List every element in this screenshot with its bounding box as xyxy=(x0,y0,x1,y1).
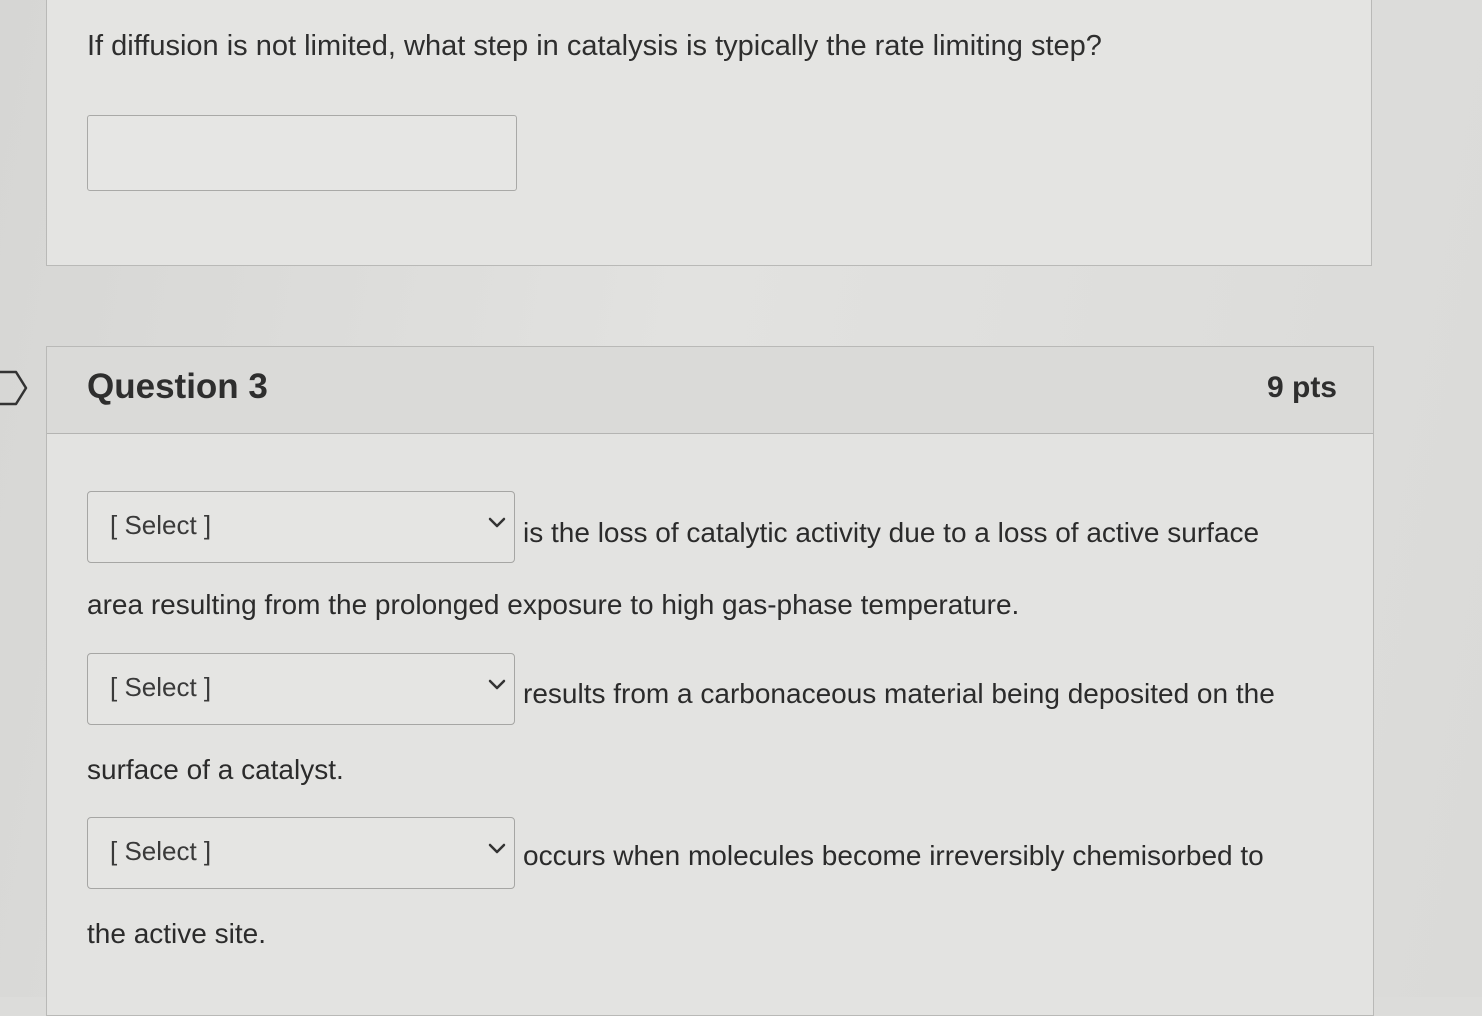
question-points: 9 pts xyxy=(1266,371,1337,404)
item-1-continued-text: area resulting from the prolonged exposu… xyxy=(87,589,1020,620)
dropdown-label: [ Select ] xyxy=(110,510,212,540)
item-3-text: occurs when molecules become irreversibl… xyxy=(523,840,1264,871)
question-3-card: Question 3 9 pts [ Select ] is the loss … xyxy=(46,346,1374,1016)
answer-dropdown-2[interactable]: [ Select ] xyxy=(87,653,515,725)
previous-answer-input[interactable] xyxy=(87,115,517,191)
dropdown-label: [ Select ] xyxy=(110,836,212,866)
question-title: Question 3 xyxy=(87,367,268,406)
answer-dropdown-1[interactable]: [ Select ] xyxy=(87,491,515,563)
item-2-continued-text: surface of a catalyst. xyxy=(87,754,344,785)
chevron-down-icon xyxy=(488,679,506,690)
previous-question-card: If diffusion is not limited, what step i… xyxy=(46,0,1372,266)
item-3-continued-text: the active site. xyxy=(87,918,266,949)
arrow-right-outline-icon xyxy=(0,370,28,406)
chevron-down-icon xyxy=(488,517,506,528)
previous-question-text: If diffusion is not limited, what step i… xyxy=(87,30,1102,62)
question-header: Question 3 9 pts xyxy=(47,347,1373,434)
dropdown-label: [ Select ] xyxy=(110,672,212,702)
item-2-text: results from a carbonaceous material bei… xyxy=(523,678,1275,709)
item-1-text: is the loss of catalytic activity due to… xyxy=(523,517,1260,548)
chevron-down-icon xyxy=(488,843,506,854)
answer-dropdown-3[interactable]: [ Select ] xyxy=(87,817,515,889)
